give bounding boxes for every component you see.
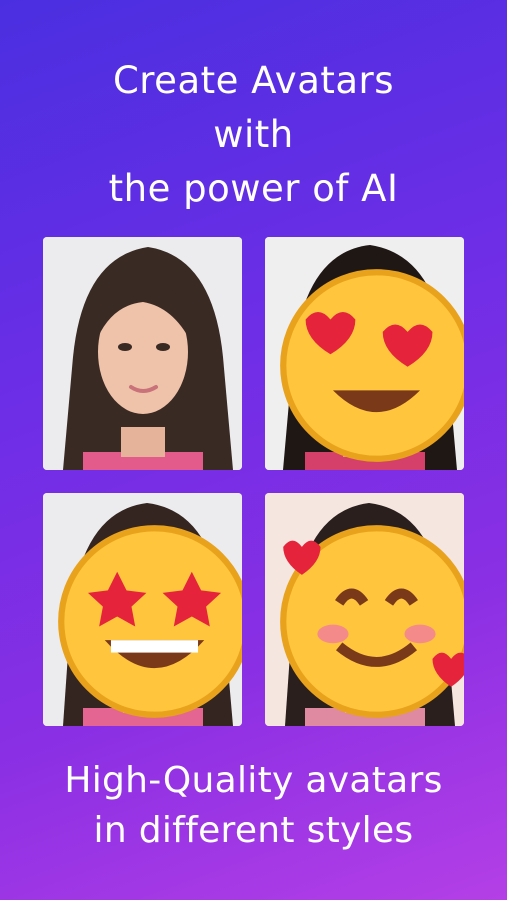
headline-line-3: the power of AI	[108, 167, 399, 210]
headline-line-2: with	[213, 113, 294, 156]
avatar-card-3d-cartoon-style	[43, 493, 242, 726]
avatar-card-original-photo	[43, 237, 242, 470]
headline-line-1: Create Avatars	[112, 59, 395, 102]
portrait-photo-image	[43, 237, 242, 470]
avatar-card-watercolor-style	[265, 493, 464, 726]
headline: Create Avatars with the power of AI	[0, 54, 507, 216]
tagline-line-2: in different styles	[93, 810, 414, 851]
avatar-card-painting-style	[265, 237, 464, 470]
tagline: High-Quality avatars in different styles	[0, 756, 507, 856]
smiling-face-with-hearts-emoji-icon	[280, 525, 464, 718]
tagline-line-1: High-Quality avatars	[64, 760, 443, 801]
star-struck-emoji-icon	[58, 525, 242, 718]
heart-eyes-emoji-icon	[280, 269, 464, 462]
avatar-grid	[43, 237, 465, 727]
